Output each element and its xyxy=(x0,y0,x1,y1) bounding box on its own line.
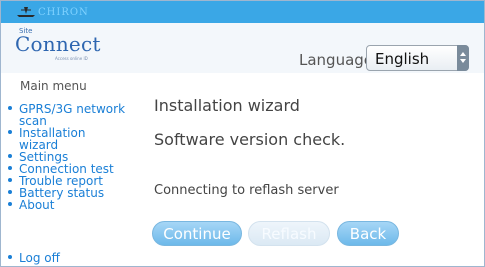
wizard-status-text: Connecting to reflash server xyxy=(154,183,339,198)
menu-item-log-off[interactable]: Log off xyxy=(8,251,60,265)
logo-tagline: Access online ID xyxy=(55,56,88,61)
select-arrows-icon[interactable] xyxy=(457,45,469,71)
back-button[interactable]: Back xyxy=(337,221,399,246)
menu-item-installation-wizard[interactable]: Installation wizard xyxy=(8,127,148,151)
continue-button[interactable]: Continue xyxy=(152,221,242,246)
language-selected-value: English xyxy=(375,50,430,68)
brand-logo: CHIRON xyxy=(15,4,89,20)
menu-item-gprs-scan[interactable]: GPRS/3G network scan xyxy=(8,103,148,127)
reflash-button[interactable]: Reflash xyxy=(248,221,330,246)
wizard-subtitle: Software version check. xyxy=(154,130,346,149)
main-menu: GPRS/3G network scan Installation wizard S… xyxy=(8,103,148,211)
menu-item-about[interactable]: About xyxy=(8,199,148,211)
wizard-title: Installation wizard xyxy=(154,96,300,115)
main-menu-title: Main menu xyxy=(20,79,87,93)
brand-name: CHIRON xyxy=(38,7,89,18)
site-connect-logo: Site Connect Access online ID xyxy=(15,27,100,61)
language-select[interactable]: English xyxy=(366,45,469,71)
chiron-logo-icon xyxy=(17,7,35,17)
top-bar: CHIRON xyxy=(1,1,484,23)
logo-main-text: Connect xyxy=(15,32,101,56)
